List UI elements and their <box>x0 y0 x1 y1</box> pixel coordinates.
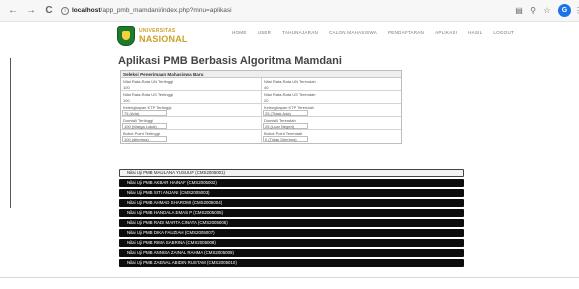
list-item[interactable]: Nilai Uji PMB MAULANA YUSUUF (CMS2005001… <box>119 169 464 177</box>
list-item[interactable]: Nilai Uji PMB RIMA SABRINA (CMS2005008) <box>119 239 464 247</box>
list-item-label: Nilai Uji PMB MAULANA YUSUUF (CMS2005001… <box>127 170 226 175</box>
list-item[interactable]: Nilai Uji PMB SITI ANJANI (CMS2005003) <box>119 189 464 197</box>
field-value: 100 <box>123 97 130 103</box>
table-cell: Kelengkapan KTP Terendah 25 (Tidak Ada) <box>261 104 401 116</box>
criteria-table: Seleksi Penerimaan Mahasiswa Baru Nilai … <box>120 70 402 144</box>
field-label: Nilai Rata-Rata UN Terendah <box>264 79 316 84</box>
bobot-max-input[interactable]: 100 (diterima) <box>122 136 167 142</box>
nav-hasil[interactable]: HASIL <box>468 30 482 35</box>
list-item-label: Nilai Uji PMB HANDALA EMAS P (CMS2005005… <box>127 210 224 215</box>
list-item[interactable]: Nilai Uji PMB HANDALA EMAS P (CMS2005005… <box>119 209 464 217</box>
table-row: Nilai Rata-Rata US Tertinggi 100 Nilai R… <box>121 91 401 104</box>
list-item-label: Nilai Uji PMB AHMAD SHAROMI (CMS2005004) <box>127 200 223 205</box>
url-path: /app_pmb_mamdani/index.php?mnu=aplikasi <box>100 7 232 14</box>
logo-line2: NASIONAL <box>139 34 188 44</box>
ktp-max-input[interactable]: 75 (Ada) <box>122 110 167 116</box>
table-row: Nilai Rata-Rata UN Tertinggi 100 Nilai R… <box>121 78 401 91</box>
nav-calon-mahasiswa[interactable]: CALON MAHASISWA <box>329 30 377 35</box>
nav-logout[interactable]: LOGOUT <box>493 30 514 35</box>
forward-button[interactable]: → <box>24 3 38 19</box>
translate-icon[interactable]: ▤ <box>513 5 525 17</box>
address-bar[interactable]: localhost/app_pmb_mamdani/index.php?mnu=… <box>72 3 232 19</box>
table-cell: Bobot Point Tertinggi 100 (diterima) <box>121 130 261 143</box>
list-item-label: Nilai Uji PMB DIKA FAUZIAH (CMS2005007) <box>127 230 215 235</box>
list-item[interactable]: Nilai Uji PMB AKBAR HAINAF (CMS2005002) <box>119 179 464 187</box>
nav-user[interactable]: USER <box>258 30 272 35</box>
table-cell: Nilai Rata-Rata UN Tertinggi 100 <box>121 78 261 90</box>
list-item[interactable]: Nilai Uji PMB ANNISA ZAINAL RAHMA (CMS20… <box>119 249 464 257</box>
input-value: 25 (Tidak Ada) <box>265 111 291 116</box>
field-value: 20 <box>264 97 269 103</box>
university-seal-icon <box>117 26 135 46</box>
field-value: 40 <box>264 84 269 90</box>
domisili-min-input[interactable]: 25 (Luar Negeri) <box>263 123 308 129</box>
table-cell: Domisili Terendah 25 (Luar Negeri) <box>261 117 401 129</box>
table-cell: Nilai Rata-Rata UN Terendah 40 <box>261 78 401 90</box>
field-label: Nilai Rata-Rata US Terendah <box>264 92 316 97</box>
result-list: Nilai Uji PMB MAULANA YUSUUF (CMS2005001… <box>119 169 464 269</box>
browser-toolbar: ← → C i localhost/app_pmb_mamdani/index.… <box>0 0 579 22</box>
url-host: localhost <box>72 7 101 14</box>
input-value: 25 (Luar Negeri) <box>265 124 295 129</box>
table-cell: Kelengkapan KTP Tertinggi 75 (Ada) <box>121 104 261 116</box>
zoom-icon[interactable]: ⚲ <box>527 5 539 17</box>
input-value: 100 (Warga Lokal) <box>124 124 157 129</box>
table-cell: Bobot Point Terendah 0 (Tidak Diterima) <box>261 130 401 143</box>
table-cell: Nilai Rata-Rata US Terendah 20 <box>261 91 401 103</box>
table-cell: Domisili Tertinggi 100 (Warga Lokal) <box>121 117 261 129</box>
page-title: Aplikasi PMB Berbasis Algoritma Mamdani <box>118 55 342 67</box>
back-button[interactable]: ← <box>6 3 20 19</box>
table-row: Bobot Point Tertinggi 100 (diterima) Bob… <box>121 130 401 143</box>
input-value: 100 (diterima) <box>124 137 149 142</box>
field-value: 100 <box>123 84 130 90</box>
field-label: Nilai Rata-Rata US Tertinggi <box>123 92 173 97</box>
page-left-divider <box>10 58 11 208</box>
list-item[interactable]: Nilai Uji PMB AHMAD SHAROMI (CMS2005004) <box>119 199 464 207</box>
table-row: Kelengkapan KTP Tertinggi 75 (Ada) Kelen… <box>121 104 401 117</box>
input-value: 0 (Tidak Diterima) <box>265 137 297 142</box>
nav-home[interactable]: HOME <box>232 30 247 35</box>
bobot-min-input[interactable]: 0 (Tidak Diterima) <box>263 136 308 142</box>
list-item-label: Nilai Uji PMB SITI ANJANI (CMS2005003) <box>127 190 210 195</box>
profile-avatar[interactable]: G <box>558 4 571 17</box>
top-nav: HOME USER TAHUNAJARAN CALON MAHASISWA PE… <box>232 30 514 35</box>
list-item-label: Nilai Uji PMB ZAENAL ABIDIN RUSTAM (CMS2… <box>127 260 237 265</box>
nav-aplikasi[interactable]: APLIKASI <box>435 30 457 35</box>
reload-button[interactable]: C <box>42 3 56 19</box>
footer-divider <box>0 277 579 278</box>
table-cell: Nilai Rata-Rata US Tertinggi 100 <box>121 91 261 103</box>
table-header: Seleksi Penerimaan Mahasiswa Baru <box>121 71 401 78</box>
list-item-label: Nilai Uji PMB AKBAR HAINAF (CMS2005002) <box>127 180 217 185</box>
list-item[interactable]: Nilai Uji PMB DIKA FAUZIAH (CMS2005007) <box>119 229 464 237</box>
more-menu-icon[interactable]: ⋮ <box>574 5 579 17</box>
field-label: Nilai Rata-Rata UN Tertinggi <box>123 79 174 84</box>
domisili-max-input[interactable]: 100 (Warga Lokal) <box>122 123 167 129</box>
university-logo[interactable]: UNIVERSITAS NASIONAL <box>117 26 189 47</box>
list-item[interactable]: Nilai Uji PMB RADI MARTA CINATA (CMS2005… <box>119 219 464 227</box>
nav-pendaftaran[interactable]: PENDAFTARAN <box>388 30 424 35</box>
bookmark-star-icon[interactable]: ☆ <box>541 5 553 17</box>
table-row: Domisili Tertinggi 100 (Warga Lokal) Dom… <box>121 117 401 130</box>
list-item-label: Nilai Uji PMB RADI MARTA CINATA (CMS2005… <box>127 220 228 225</box>
input-value: 75 (Ada) <box>124 111 140 116</box>
site-info-icon[interactable]: i <box>61 7 69 15</box>
ktp-min-input[interactable]: 25 (Tidak Ada) <box>263 110 308 116</box>
nav-tahunajaran[interactable]: TAHUNAJARAN <box>282 30 318 35</box>
list-item-label: Nilai Uji PMB ANNISA ZAINAL RAHMA (CMS20… <box>127 250 234 255</box>
list-item-label: Nilai Uji PMB RIMA SABRINA (CMS2005008) <box>127 240 216 245</box>
list-item[interactable]: Nilai Uji PMB ZAENAL ABIDIN RUSTAM (CMS2… <box>119 259 464 267</box>
